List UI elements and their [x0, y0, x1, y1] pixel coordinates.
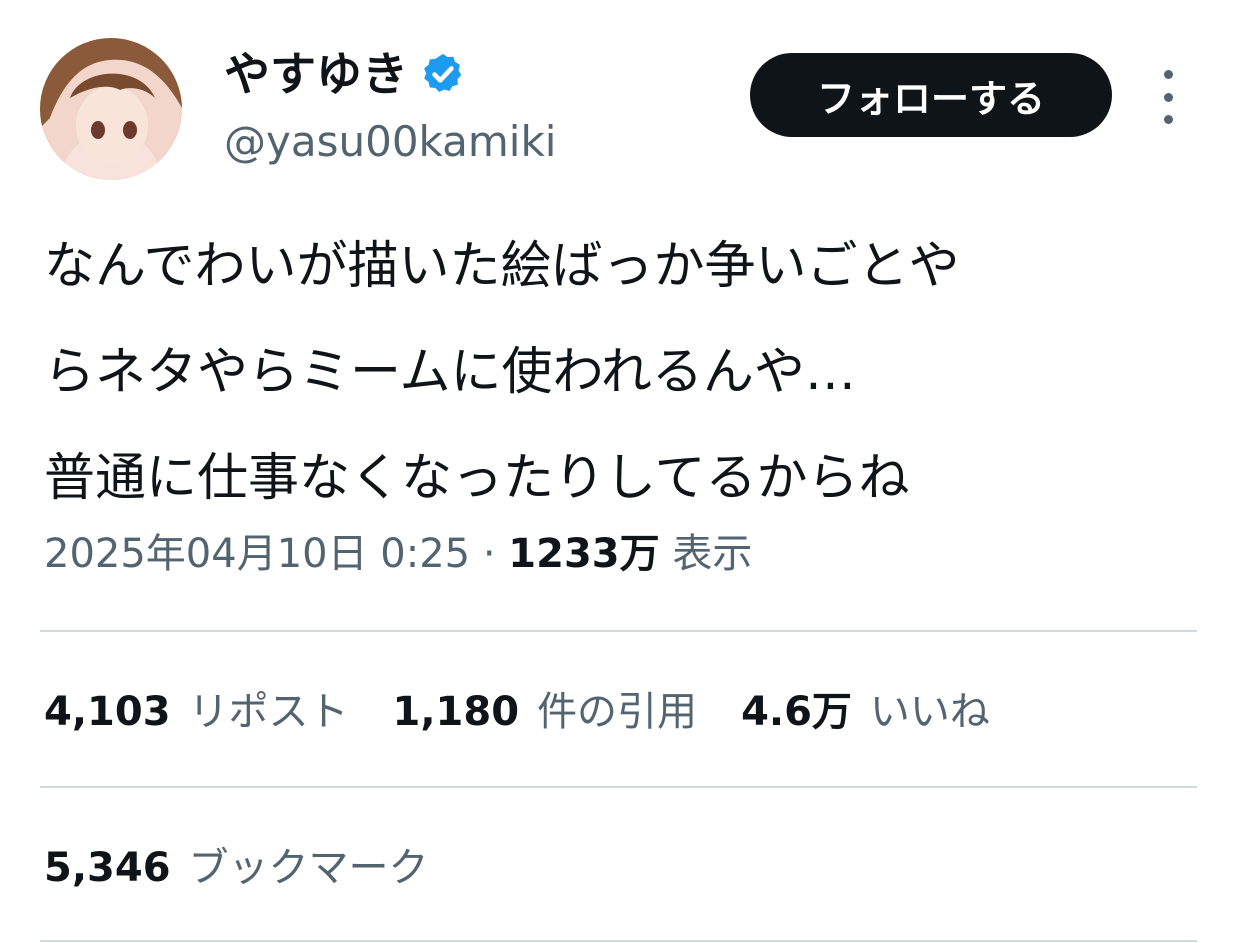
like-stat[interactable]: 4.6万 いいね	[741, 680, 990, 744]
more-options-icon[interactable]	[1152, 70, 1184, 124]
more-dot	[1163, 92, 1173, 102]
quote-label: 件の引用	[537, 689, 698, 735]
tweet-line: らネタやらミームに使われるんや…	[44, 343, 856, 402]
follow-button[interactable]: フォローする	[750, 53, 1112, 137]
more-dot	[1163, 115, 1173, 124]
tweet-meta: 2025年04月10日 0:25 · 1233万 表示	[44, 522, 752, 586]
bookmark-count: 5,346	[44, 845, 171, 891]
like-label: いいね	[869, 689, 990, 735]
tweet-text: なんでわいが描いた絵ばっか争いごとや らネタやらミームに使われるんや… 普通に仕…	[44, 214, 1204, 532]
verified-badge-icon[interactable]	[420, 51, 466, 97]
repost-count: 4,103	[44, 689, 171, 735]
quote-stat[interactable]: 1,180 件の引用	[393, 680, 698, 744]
avatar[interactable]	[40, 38, 182, 180]
avatar-illustration	[40, 38, 182, 180]
display-name-text: やすゆき	[224, 47, 408, 101]
author-handle[interactable]: @yasu00kamiki	[224, 112, 556, 172]
divider	[40, 940, 1197, 942]
more-dot	[1163, 70, 1173, 79]
author-display-name[interactable]: やすゆき	[224, 42, 466, 106]
tweet-datetime[interactable]: 2025年04月10日 0:25	[44, 531, 470, 577]
bookmark-label: ブックマーク	[188, 845, 429, 891]
repost-label: リポスト	[188, 689, 349, 735]
quote-count: 1,180	[392, 689, 520, 735]
repost-stat[interactable]: 4,103 リポスト	[44, 680, 349, 744]
divider	[40, 630, 1197, 632]
view-label: 表示	[672, 531, 753, 577]
engagement-stats: 4,103 リポスト 1,180 件の引用 4.6万 いいね	[44, 680, 990, 744]
view-count: 1233万	[508, 531, 660, 577]
tweet-line: なんでわいが描いた絵ばっか争いごとや	[44, 237, 960, 296]
like-count: 4.6万	[741, 689, 852, 735]
divider	[40, 786, 1197, 788]
tweet-line: 普通に仕事なくなったりしてるからね	[44, 449, 910, 508]
bookmark-stat[interactable]: 5,346 ブックマーク	[44, 836, 429, 900]
meta-separator: ·	[482, 531, 496, 577]
